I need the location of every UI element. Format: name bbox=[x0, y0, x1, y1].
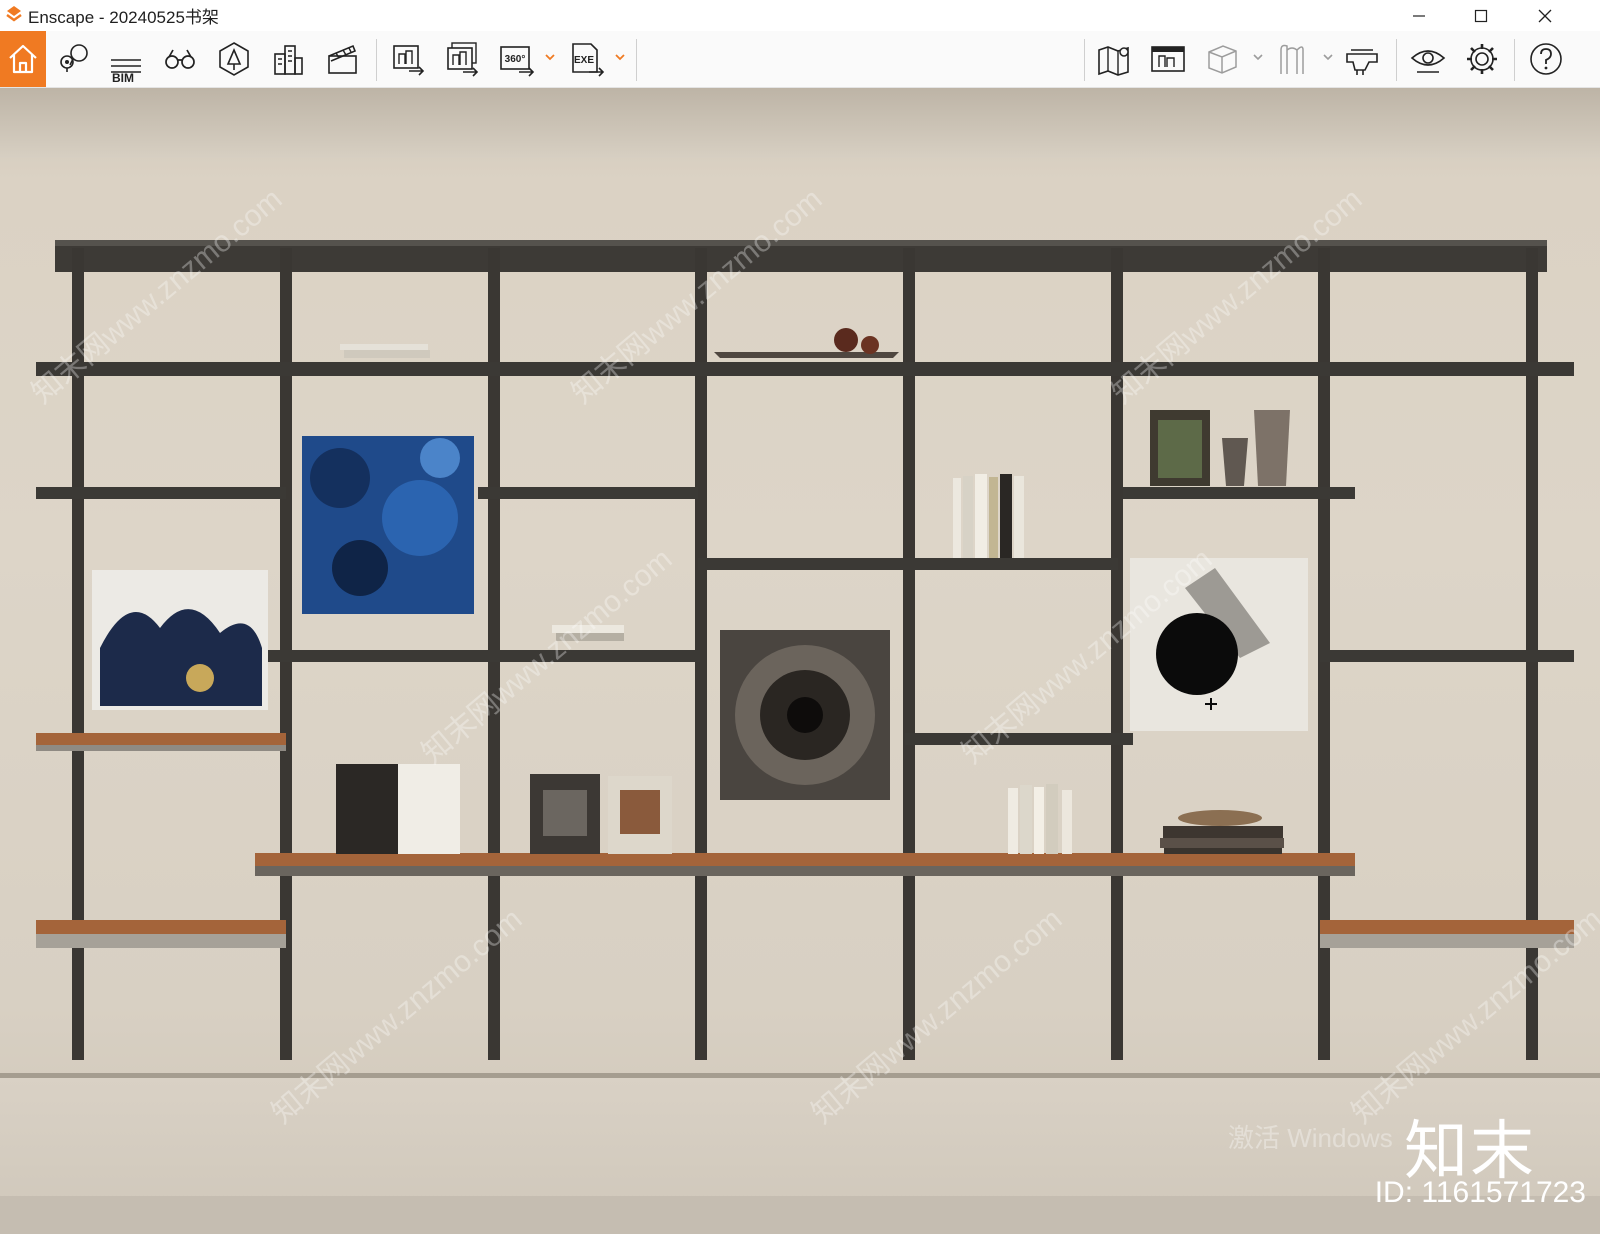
visual-settings-icon bbox=[1346, 49, 1378, 75]
walk-mode-button[interactable] bbox=[158, 37, 202, 81]
buildings-button[interactable] bbox=[266, 37, 310, 81]
bookshelf-scene bbox=[36, 240, 1574, 1060]
map-icon bbox=[1098, 46, 1129, 76]
view-eye-icon bbox=[1410, 50, 1446, 73]
view-settings-button[interactable] bbox=[1406, 37, 1450, 81]
exe-label: EXE bbox=[574, 55, 594, 66]
location-pins-icon bbox=[60, 44, 88, 72]
toolbar-separator bbox=[636, 39, 637, 81]
screenshot-button[interactable] bbox=[386, 37, 430, 81]
toolbar-separator bbox=[1514, 39, 1515, 81]
toolbar-separator bbox=[1084, 39, 1085, 81]
video-editor-button[interactable] bbox=[320, 37, 364, 81]
ink-wash-painting bbox=[92, 570, 268, 710]
close-button[interactable] bbox=[1522, 0, 1568, 31]
windows-activation-notice: 激活 Windows bbox=[1228, 1123, 1393, 1153]
enscape-logo-icon bbox=[6, 6, 22, 22]
chevron-down-icon[interactable] bbox=[1321, 50, 1335, 64]
settings-button[interactable] bbox=[1460, 37, 1504, 81]
batch-render-icon bbox=[447, 42, 479, 77]
home-button[interactable] bbox=[0, 31, 46, 87]
screenshot-export-icon bbox=[393, 45, 425, 76]
chevron-down-icon[interactable] bbox=[543, 50, 557, 64]
batch-render-button[interactable] bbox=[440, 37, 484, 81]
panorama-icon: 360° bbox=[500, 46, 535, 77]
asset-library-icon bbox=[219, 42, 249, 76]
minimize-icon bbox=[1413, 14, 1425, 17]
visual-settings-button[interactable] bbox=[1340, 37, 1384, 81]
panorama-label: 360° bbox=[505, 54, 526, 65]
toolbar-separator bbox=[1396, 39, 1397, 81]
window-title: Enscape - 20240525书架 bbox=[28, 8, 219, 27]
binoculars-icon bbox=[165, 49, 195, 69]
map-button[interactable] bbox=[1092, 37, 1136, 81]
render-viewport[interactable]: 知末网www.znzmo.com 知末网www.znzmo.com 知末网www… bbox=[0, 88, 1600, 1234]
minimap-icon bbox=[1151, 46, 1185, 72]
help-icon bbox=[1530, 43, 1562, 75]
rug bbox=[0, 1196, 1600, 1234]
radial-texture-artwork bbox=[720, 630, 890, 800]
asset-id-label: ID: 1161571723 bbox=[1374, 1176, 1586, 1209]
toolbar-separator bbox=[376, 39, 377, 81]
maximize-button[interactable] bbox=[1458, 0, 1504, 31]
views-button[interactable] bbox=[52, 37, 96, 81]
chevron-down-icon[interactable] bbox=[613, 50, 627, 64]
asset-library-button[interactable] bbox=[212, 37, 256, 81]
exe-export-button[interactable]: EXE bbox=[564, 37, 608, 81]
settings-gear-icon bbox=[1467, 44, 1497, 74]
close-icon bbox=[1538, 9, 1552, 22]
panorama-button[interactable]: 360° bbox=[494, 37, 538, 81]
exe-export-icon: EXE bbox=[572, 43, 605, 77]
blue-abstract-painting bbox=[302, 436, 474, 614]
home-icon bbox=[9, 44, 37, 74]
minimap-button[interactable] bbox=[1146, 37, 1190, 81]
box-view-button[interactable] bbox=[1200, 37, 1244, 81]
maximize-icon bbox=[1474, 9, 1488, 22]
buildings-icon bbox=[274, 45, 303, 75]
main-toolbar: BIM 360° EXE bbox=[0, 31, 1600, 112]
minimize-button[interactable] bbox=[1396, 0, 1442, 31]
vr-headset-icon bbox=[1280, 44, 1304, 74]
chevron-down-icon[interactable] bbox=[1251, 50, 1265, 64]
vr-button[interactable] bbox=[1270, 37, 1314, 81]
box-view-icon bbox=[1208, 45, 1237, 74]
help-button[interactable] bbox=[1524, 37, 1568, 81]
bim-label: BIM bbox=[112, 71, 134, 85]
title-bar: Enscape - 20240525书架 bbox=[0, 0, 1600, 31]
clapperboard-icon bbox=[328, 44, 357, 74]
